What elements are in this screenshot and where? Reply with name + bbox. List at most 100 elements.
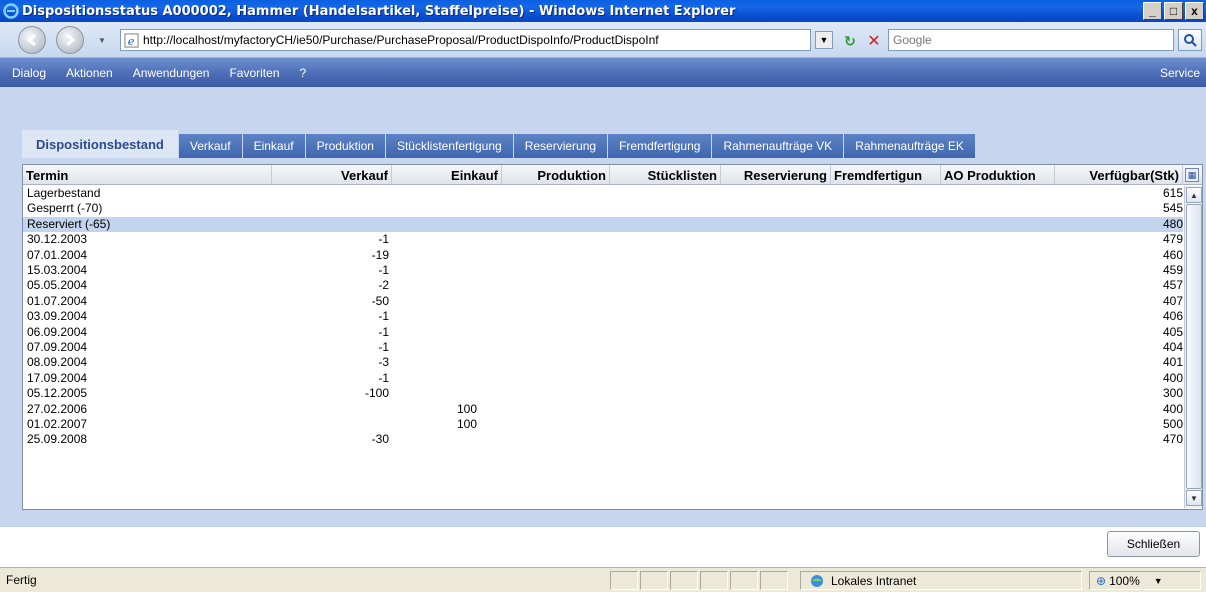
cell-termin: 06.09.2004	[27, 324, 88, 339]
tab-produktion[interactable]: Produktion	[305, 134, 386, 158]
col-header-stuecklisten[interactable]: Stücklisten	[610, 165, 721, 185]
cell-termin: 25.09.2008	[27, 432, 88, 447]
cell-verf: 457	[1162, 278, 1183, 293]
table-row[interactable]: 08.09.2004 -3 401	[23, 355, 1183, 370]
history-dropdown-icon[interactable]: ▼	[98, 36, 106, 45]
zoom-level: 100%	[1109, 573, 1140, 588]
table-row[interactable]: Lagerbestand 615	[23, 186, 1183, 201]
tab-rahmenauftraege-vk[interactable]: Rahmenaufträge VK	[712, 134, 845, 158]
cell-verf: 470	[1162, 432, 1183, 447]
cell-verf: 401	[1162, 355, 1183, 370]
close-window-button[interactable]: x	[1185, 2, 1204, 20]
cell-verkauf: -30	[371, 432, 389, 447]
stop-button[interactable]: ✕	[863, 30, 885, 52]
tab-einkauf[interactable]: Einkauf	[242, 134, 306, 158]
col-header-reservierung[interactable]: Reservierung	[721, 165, 831, 185]
cell-termin: 05.05.2004	[27, 278, 88, 293]
table-row[interactable]: Reserviert (-65) 480	[23, 216, 1183, 233]
table-row[interactable]: 01.02.2007 100 500	[23, 417, 1183, 432]
cell-verkauf: -1	[378, 370, 389, 385]
content-area: Dispositionsbestand Verkauf Einkauf Prod…	[0, 87, 1206, 557]
table-row[interactable]: 05.12.2005 -100 300	[23, 386, 1183, 401]
maximize-button[interactable]: □	[1164, 2, 1183, 20]
refresh-icon: ↻	[844, 32, 856, 49]
cell-verf: 500	[1162, 417, 1183, 431]
cell-termin: 07.01.2004	[27, 247, 88, 262]
col-header-verkauf[interactable]: Verkauf	[272, 165, 392, 185]
table-row[interactable]: 03.09.2004 -1 406	[23, 309, 1183, 324]
tab-dispositionsbestand[interactable]: Dispositionsbestand	[22, 130, 179, 158]
menu-anwendungen[interactable]: Anwendungen	[133, 66, 210, 80]
status-pane	[670, 571, 698, 590]
tab-verkauf[interactable]: Verkauf	[178, 134, 243, 158]
tab-fremdfertigung[interactable]: Fremdfertigung	[608, 134, 713, 158]
col-header-produktion[interactable]: Produktion	[502, 165, 610, 185]
table-row[interactable]: 01.07.2004 -50 407	[23, 294, 1183, 309]
cell-verf: 400	[1162, 401, 1183, 416]
cell-verf: 459	[1162, 263, 1183, 277]
refresh-button[interactable]: ↻	[839, 30, 861, 52]
table-row[interactable]: 30.12.2003 -1 479	[23, 232, 1183, 247]
cell-verkauf: -2	[378, 278, 389, 293]
forward-arrow-icon	[66, 33, 76, 47]
cell-verf: 480	[1162, 216, 1183, 231]
url-dropdown-button[interactable]: ▼	[815, 31, 833, 49]
tab-rahmenauftraege-ek[interactable]: Rahmenaufträge EK	[844, 134, 976, 158]
cell-verkauf: -100	[364, 386, 389, 401]
table-row[interactable]: 07.09.2004 -1 404	[23, 340, 1183, 355]
menu-help[interactable]: ?	[300, 66, 307, 80]
scroll-down-button[interactable]: ▼	[1186, 490, 1202, 506]
cell-termin: Lagerbestand	[27, 186, 101, 200]
col-header-ao-produktion[interactable]: AO Produktion	[941, 165, 1055, 185]
tab-stuecklistenfertigung[interactable]: Stücklistenfertigung	[385, 134, 514, 158]
cell-einkauf: 100	[456, 401, 477, 416]
table-row[interactable]: 25.09.2008 -30 470	[23, 432, 1183, 447]
col-header-fremdfertigung[interactable]: Fremdfertigun	[831, 165, 941, 185]
url-field[interactable]: e http://localhost/myfactoryCH/ie50/Purc…	[120, 29, 811, 51]
table-row[interactable]: Gesperrt (-70) 545	[23, 201, 1183, 216]
page-favicon-icon: e	[124, 33, 139, 48]
menu-dialog[interactable]: Dialog	[12, 66, 46, 80]
zoom-control[interactable]: ⊕ 100% ▼	[1089, 571, 1201, 590]
scroll-thumb[interactable]	[1186, 204, 1202, 489]
col-header-termin[interactable]: Termin	[23, 165, 272, 185]
cell-verf: 406	[1162, 309, 1183, 324]
menu-aktionen[interactable]: Aktionen	[66, 66, 113, 80]
search-button[interactable]	[1178, 29, 1202, 51]
svg-text:e: e	[128, 35, 135, 48]
vertical-scrollbar[interactable]: ▲ ▼	[1184, 186, 1202, 508]
zoom-icon: ⊕	[1096, 573, 1107, 588]
cell-termin: 30.12.2003	[27, 232, 88, 247]
cell-termin: Gesperrt (-70)	[27, 201, 103, 216]
status-bar: Fertig Lokales Intranet ⊕ 100% ▼	[0, 567, 1206, 592]
col-header-einkauf[interactable]: Einkauf	[392, 165, 502, 185]
tab-reservierung[interactable]: Reservierung	[513, 134, 609, 158]
table-row[interactable]: 06.09.2004 -1 405	[23, 325, 1183, 340]
status-pane	[760, 571, 788, 590]
menu-favoriten[interactable]: Favoriten	[229, 66, 279, 80]
grid-header: Termin Verkauf Einkauf Produktion Stückl…	[23, 165, 1202, 185]
cell-verkauf: -50	[371, 293, 389, 308]
table-row[interactable]: 05.05.2004 -2 457	[23, 278, 1183, 293]
table-row[interactable]: 27.02.2006 100 400	[23, 402, 1183, 417]
cell-termin: 05.12.2005	[27, 386, 88, 401]
search-input[interactable]: Google	[888, 29, 1174, 51]
forward-button[interactable]	[56, 26, 84, 54]
scroll-up-button[interactable]: ▲	[1186, 187, 1202, 203]
table-row[interactable]: 17.09.2004 -1 400	[23, 371, 1183, 386]
table-row[interactable]: 15.03.2004 -1 459	[23, 263, 1183, 278]
back-button[interactable]	[18, 26, 46, 54]
cell-verkauf: -1	[378, 232, 389, 247]
menu-service[interactable]: Service	[1160, 66, 1200, 80]
schliessen-button[interactable]: Schließen	[1107, 531, 1200, 557]
table-row[interactable]: 07.01.2004 -19 460	[23, 248, 1183, 263]
search-placeholder: Google	[893, 33, 932, 47]
cell-verkauf: -1	[378, 263, 389, 277]
chevron-down-icon: ▼	[819, 35, 829, 45]
column-chooser-icon[interactable]: ▦	[1185, 168, 1199, 182]
minimize-button[interactable]: _	[1143, 2, 1162, 20]
tab-bar: Dispositionsbestand Verkauf Einkauf Prod…	[22, 130, 976, 158]
security-zone[interactable]: Lokales Intranet	[800, 571, 1082, 590]
col-header-verfuegbar[interactable]: Verfügbar(Stk)	[1055, 165, 1183, 185]
dispo-grid: Termin Verkauf Einkauf Produktion Stückl…	[22, 164, 1203, 510]
